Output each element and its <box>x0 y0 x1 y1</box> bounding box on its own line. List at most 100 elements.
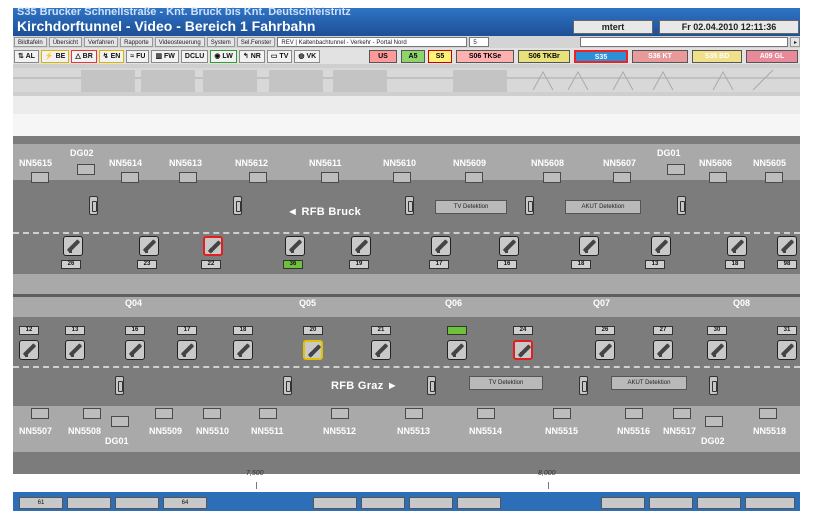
tv-detection-button[interactable]: TV Detektion <box>469 376 543 390</box>
menu-videosteuerung[interactable]: Videosteuerung <box>154 37 205 47</box>
camera-icon[interactable] <box>579 236 599 256</box>
road-btn-s35-bd[interactable]: S35 BD <box>692 50 742 63</box>
emergency-phone-icon[interactable] <box>709 376 718 395</box>
camera-selected-icon[interactable] <box>303 340 323 360</box>
camera-icon[interactable] <box>447 340 467 360</box>
camera-icon[interactable] <box>177 340 197 360</box>
footer-button[interactable] <box>649 497 693 509</box>
camera-icon[interactable] <box>285 236 305 256</box>
camera-icon[interactable] <box>707 340 727 360</box>
road-btn-a5[interactable]: A5 <box>401 50 425 63</box>
niche-box <box>405 408 423 419</box>
road-btn-s5[interactable]: S5 <box>428 50 452 63</box>
footer-button[interactable] <box>457 497 501 509</box>
crossover-box[interactable] <box>111 416 129 427</box>
niche-box <box>625 408 643 419</box>
scroll-right-icon[interactable]: ▸ <box>790 37 800 47</box>
camera-icon[interactable] <box>777 340 797 360</box>
menu-system[interactable]: System <box>206 37 235 47</box>
crossover-box[interactable] <box>667 164 685 175</box>
akut-detection-button[interactable]: AKUT Detektion <box>565 200 641 214</box>
emergency-phone-icon[interactable] <box>115 376 124 395</box>
footer-button[interactable] <box>67 497 111 509</box>
datetime-field: Fr 02.04.2010 12:11:36 <box>659 20 799 34</box>
toolbar-btn-nr[interactable]: ↰ NR <box>238 49 265 63</box>
toolbar-btn-fw[interactable]: ▥ FW <box>151 49 179 63</box>
camera-number: 26 <box>595 326 615 335</box>
emergency-phone-icon[interactable] <box>579 376 588 395</box>
camera-icon[interactable] <box>777 236 797 256</box>
emergency-phone-icon[interactable] <box>405 196 414 215</box>
tv-detection-button[interactable]: TV Detektion <box>435 200 507 214</box>
menu-uebersicht[interactable]: Übersicht <box>48 37 83 47</box>
menu-bildtafeln[interactable]: Bildtafeln <box>14 37 47 47</box>
footer-button[interactable] <box>361 497 405 509</box>
camera-icon[interactable] <box>595 340 615 360</box>
btn-label: AL <box>25 52 35 60</box>
command-field[interactable] <box>580 37 788 47</box>
camera-number: 13 <box>645 260 665 269</box>
toolbar-btn-tv[interactable]: ▭ TV <box>266 49 293 63</box>
toolbar-btn-br[interactable]: △ BR <box>71 49 97 63</box>
crossover-label: DG01 <box>657 148 681 158</box>
emergency-phone-icon[interactable] <box>89 196 98 215</box>
emergency-phone-icon[interactable] <box>427 376 436 395</box>
road-btn-s06-tkse[interactable]: S06 TKSe <box>456 50 514 63</box>
toolbar-btn-lw[interactable]: ◉ LW <box>210 49 237 63</box>
toolbar-btn-fu[interactable]: ≈ FU <box>126 49 150 63</box>
toolbar-btn-en[interactable]: ↯ EN <box>98 49 125 63</box>
camera-icon[interactable] <box>727 236 747 256</box>
niche-box <box>179 172 197 183</box>
camera-overview-strip <box>13 64 800 96</box>
toolbar-btn-vk[interactable]: ◍ VK <box>294 49 321 63</box>
camera-icon[interactable] <box>431 236 451 256</box>
camera-icon[interactable] <box>351 236 371 256</box>
emergency-phone-icon[interactable] <box>283 376 292 395</box>
menu-verfahren[interactable]: Verfahren <box>84 37 119 47</box>
footer-button[interactable] <box>697 497 741 509</box>
emergency-phone-icon[interactable] <box>677 196 686 215</box>
footer-button[interactable] <box>745 497 795 509</box>
footer-button[interactable] <box>409 497 453 509</box>
camera-alarm-icon[interactable] <box>203 236 223 256</box>
niche-box <box>759 408 777 419</box>
location-field[interactable]: REV | Kaltenbachtunnel - Verkehr - Porta… <box>277 37 468 47</box>
toolbar-btn-be[interactable]: ⚡ BE <box>40 49 70 63</box>
camera-number: 30 <box>707 326 727 335</box>
road-btn-a09-gl[interactable]: A09 GL <box>746 50 798 63</box>
camera-icon[interactable] <box>139 236 159 256</box>
footer-button[interactable]: 64 <box>163 497 207 509</box>
emergency-phone-icon[interactable] <box>233 196 242 215</box>
btn-label: BE <box>55 52 66 60</box>
emergency-phone-icon[interactable] <box>525 196 534 215</box>
camera-icon[interactable] <box>371 340 391 360</box>
footer-button[interactable]: 61 <box>19 497 63 509</box>
road-btn-s06-tkbr[interactable]: S06 TKBr <box>518 50 570 63</box>
footer-button[interactable] <box>313 497 357 509</box>
camera-alarm-icon[interactable] <box>513 340 533 360</box>
axis-tick <box>256 482 257 489</box>
road-btn-s36-kt[interactable]: S36 KT <box>632 50 688 63</box>
camera-icon[interactable] <box>653 340 673 360</box>
road-btn-us[interactable]: US <box>369 50 397 63</box>
camera-icon[interactable] <box>499 236 519 256</box>
camera-icon[interactable] <box>65 340 85 360</box>
footer-button[interactable] <box>601 497 645 509</box>
camera-icon[interactable] <box>125 340 145 360</box>
menu-rapporte[interactable]: Rapporte <box>120 37 153 47</box>
footer-button[interactable] <box>115 497 159 509</box>
toolbar-btn-dclu[interactable]: DCLU <box>180 49 209 63</box>
crossover-box[interactable] <box>77 164 95 175</box>
toolbar-btn-al[interactable]: ⇅ AL <box>14 49 39 63</box>
camera-icon[interactable] <box>19 340 39 360</box>
niche-box <box>765 172 783 183</box>
camera-icon[interactable] <box>651 236 671 256</box>
niche-label: NN5512 <box>323 426 357 436</box>
page-field[interactable]: 5 <box>469 37 490 47</box>
camera-icon[interactable] <box>233 340 253 360</box>
camera-icon[interactable] <box>63 236 83 256</box>
akut-detection-button[interactable]: AKUT Detektion <box>611 376 687 390</box>
road-btn-s35[interactable]: S35 <box>574 50 628 63</box>
crossover-box[interactable] <box>705 416 723 427</box>
menu-sel-fenster[interactable]: Sel.Fenster <box>236 37 276 47</box>
